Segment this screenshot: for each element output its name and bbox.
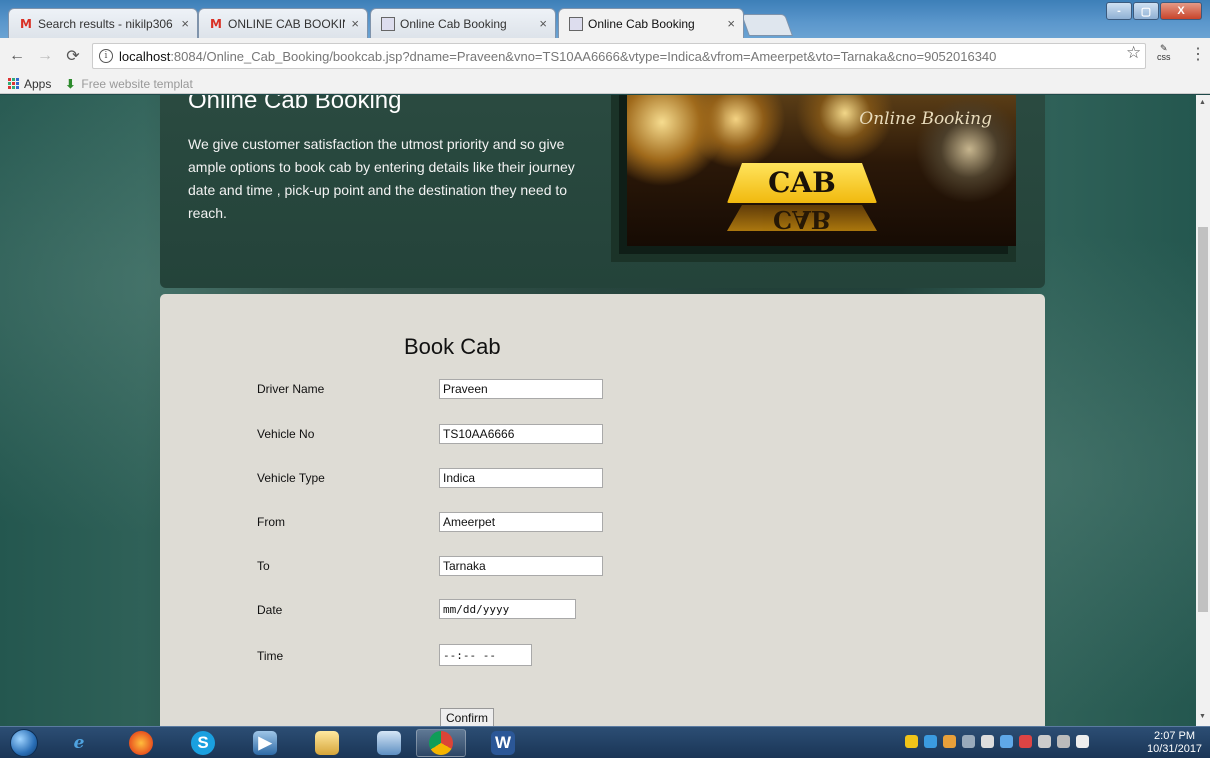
tray-icon[interactable] bbox=[905, 735, 918, 748]
bookmark-label: Apps bbox=[24, 76, 52, 91]
cab-banner-image: Online Booking CAB CAB bbox=[611, 95, 1016, 262]
file-explorer-icon[interactable] bbox=[302, 729, 352, 757]
system-tray bbox=[905, 735, 1089, 748]
tab-search-results[interactable]: M Search results - nikilp306 × bbox=[8, 8, 198, 38]
to-input[interactable] bbox=[439, 556, 603, 576]
word-icon[interactable]: W bbox=[478, 729, 528, 757]
vehicle-type-label: Vehicle Type bbox=[257, 471, 325, 485]
scroll-up-icon[interactable]: ▲ bbox=[1199, 99, 1206, 106]
action-center-flag-icon[interactable] bbox=[1019, 735, 1032, 748]
reload-icon[interactable]: ⟳ bbox=[62, 46, 84, 66]
to-label: To bbox=[257, 559, 270, 573]
browser-toolbar: ← → ⟳ i localhost:8084/Online_Cab_Bookin… bbox=[0, 38, 1210, 74]
internet-explorer-icon[interactable]: e bbox=[54, 729, 104, 757]
cab-photo: Online Booking CAB CAB bbox=[627, 95, 1016, 246]
url-host: localhost bbox=[119, 48, 171, 64]
cab-sign: CAB bbox=[727, 163, 877, 203]
firefox-icon[interactable] bbox=[116, 729, 166, 757]
hero-description: We give customer satisfaction the utmost… bbox=[188, 136, 575, 221]
from-label: From bbox=[257, 515, 285, 529]
bluetooth-icon[interactable] bbox=[962, 735, 975, 748]
signal-icon[interactable] bbox=[1057, 735, 1070, 748]
time-input[interactable] bbox=[439, 644, 532, 666]
back-arrow-icon[interactable]: ← bbox=[6, 47, 28, 65]
media-player-icon[interactable]: ▶ bbox=[240, 729, 290, 757]
vehicle-no-input[interactable] bbox=[439, 424, 603, 444]
chrome-icon[interactable] bbox=[416, 729, 466, 757]
tab-title: Online Cab Booking bbox=[400, 16, 507, 31]
virtualbox-icon[interactable] bbox=[364, 729, 414, 757]
driver-name-input[interactable] bbox=[439, 379, 603, 399]
tray-icon[interactable] bbox=[943, 735, 956, 748]
window-controls: - ▢ X bbox=[1106, 2, 1202, 20]
tab-online-cab-booking-active[interactable]: Online Cab Booking × bbox=[558, 8, 744, 38]
date-input[interactable] bbox=[439, 599, 576, 619]
gmail-icon: M bbox=[210, 16, 222, 31]
clock-time: 2:07 PM bbox=[1154, 730, 1196, 742]
tab-online-cab-booking-mail[interactable]: M ONLINE CAB BOOKING - × bbox=[198, 8, 368, 38]
css-extension-icon[interactable]: ✎ css bbox=[1157, 44, 1171, 62]
tab-online-cab-booking[interactable]: Online Cab Booking × bbox=[370, 8, 556, 38]
time-label: Time bbox=[257, 649, 284, 663]
url-path: :8084/Online_Cab_Booking/bookcab.jsp?dna… bbox=[170, 48, 997, 64]
book-cab-form: Book Cab Driver Name Vehicle No Vehicle … bbox=[160, 294, 1045, 726]
form-title: Book Cab bbox=[404, 334, 501, 359]
image-caption: Online Booking bbox=[859, 109, 992, 129]
tray-icon[interactable] bbox=[1000, 735, 1013, 748]
download-arrow-icon: ⬇ bbox=[65, 76, 76, 91]
apps-grid-icon bbox=[8, 78, 19, 89]
taskbar: e S ▶ W 2:07 PM 10/31/2017 bbox=[0, 726, 1210, 758]
clock-date: 10/31/2017 bbox=[1147, 743, 1203, 755]
extension-label: css bbox=[1157, 52, 1171, 62]
bookmark-apps[interactable]: Apps bbox=[8, 77, 51, 91]
date-label: Date bbox=[257, 603, 283, 617]
new-tab-button[interactable] bbox=[740, 14, 794, 36]
tab-title: Search results - nikilp306 bbox=[38, 16, 173, 31]
vehicle-no-label: Vehicle No bbox=[257, 427, 315, 441]
hero-section: Online Cab Booking We give customer sati… bbox=[160, 95, 1045, 288]
network-icon[interactable] bbox=[1038, 735, 1051, 748]
tab-title: Online Cab Booking bbox=[588, 16, 695, 31]
confirm-button[interactable]: Confirm bbox=[440, 708, 495, 726]
menu-dots-icon[interactable]: ⋮ bbox=[1190, 44, 1206, 64]
tray-icon[interactable] bbox=[924, 735, 937, 748]
close-icon[interactable]: × bbox=[539, 16, 547, 31]
scrollbar-thumb[interactable] bbox=[1198, 227, 1208, 612]
bookmark-free-website-templates[interactable]: ⬇ Free website templat bbox=[65, 77, 192, 91]
hero-title: Online Cab Booking bbox=[188, 95, 402, 114]
bookmark-label: Free website templat bbox=[81, 76, 193, 91]
forward-arrow-icon[interactable]: → bbox=[34, 47, 56, 65]
image-icon bbox=[569, 16, 583, 31]
tab-strip: M Search results - nikilp306 × M ONLINE … bbox=[0, 0, 1210, 38]
info-icon[interactable]: i bbox=[99, 49, 113, 63]
skype-icon[interactable]: S bbox=[178, 729, 228, 757]
taskbar-clock[interactable]: 2:07 PM 10/31/2017 bbox=[1147, 730, 1202, 756]
scroll-down-icon[interactable]: ▼ bbox=[1199, 713, 1206, 720]
volume-icon[interactable] bbox=[1076, 735, 1089, 748]
bookmarks-bar: Apps ⬇ Free website templat bbox=[0, 74, 1210, 94]
tab-title: ONLINE CAB BOOKING - bbox=[228, 16, 345, 31]
start-orb[interactable] bbox=[10, 729, 38, 757]
image-icon bbox=[381, 16, 395, 31]
gmail-icon: M bbox=[20, 16, 32, 31]
address-bar[interactable]: i localhost:8084/Online_Cab_Booking/book… bbox=[92, 43, 1146, 69]
usb-icon[interactable] bbox=[981, 735, 994, 748]
window-close-button[interactable]: X bbox=[1160, 2, 1202, 20]
from-input[interactable] bbox=[439, 512, 603, 532]
driver-name-label: Driver Name bbox=[257, 382, 325, 396]
bookmark-star-icon[interactable]: ☆ bbox=[1126, 43, 1141, 63]
vehicle-type-input[interactable] bbox=[439, 468, 603, 488]
close-icon[interactable]: × bbox=[181, 16, 189, 31]
cab-sign-reflection: CAB bbox=[727, 205, 877, 231]
close-icon[interactable]: × bbox=[351, 16, 359, 31]
minimize-button[interactable]: - bbox=[1106, 2, 1132, 20]
close-icon[interactable]: × bbox=[727, 16, 735, 31]
maximize-button[interactable]: ▢ bbox=[1133, 2, 1159, 20]
page-viewport: Online Cab Booking We give customer sati… bbox=[0, 95, 1196, 726]
